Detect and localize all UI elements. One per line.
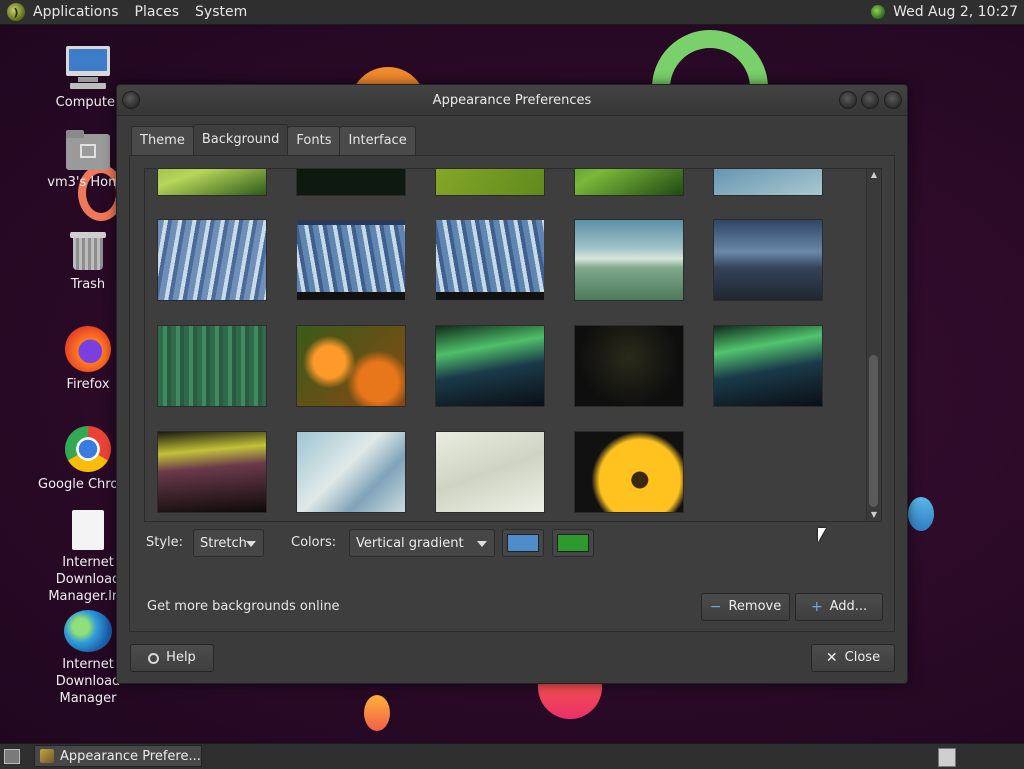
minus-icon: − xyxy=(709,599,722,615)
wallpaper-thumbnail[interactable] xyxy=(436,169,544,195)
tab-background[interactable]: Background xyxy=(192,124,289,155)
wallpaper-thumbnail[interactable] xyxy=(714,220,822,300)
wallpaper-thumbnail[interactable] xyxy=(158,169,266,195)
secondary-color-button[interactable] xyxy=(552,529,594,557)
close-window-button[interactable] xyxy=(884,91,902,109)
menu-applications[interactable]: Applications xyxy=(25,4,127,20)
appearance-app-icon xyxy=(40,749,54,763)
wallpaper-thumbnail[interactable] xyxy=(158,326,266,406)
chevron-down-icon xyxy=(477,541,487,547)
style-label: Style: xyxy=(146,535,184,550)
add-button[interactable]: + Add... xyxy=(795,593,883,621)
wallpaper-thumbnail[interactable] xyxy=(297,432,405,512)
chrome-icon xyxy=(65,426,111,472)
home-folder-icon xyxy=(66,130,110,170)
close-icon: ✕ xyxy=(825,650,838,666)
style-dropdown-value: Stretch xyxy=(200,536,247,551)
scrollbar-thumb[interactable] xyxy=(869,355,878,507)
close-button[interactable]: ✕ Close xyxy=(811,644,895,672)
window-title: Appearance Preferences xyxy=(432,92,592,108)
idm-icon xyxy=(64,610,112,652)
wallpaper-thumbnail[interactable] xyxy=(436,220,544,300)
remove-button-label: Remove xyxy=(728,599,782,614)
desktop-icon-label: Computer xyxy=(55,95,121,110)
help-icon xyxy=(148,652,160,664)
firefox-icon xyxy=(65,326,111,372)
background-tab-panel: ▲ ▼ Style: Stretch Colors: Vertical grad… xyxy=(129,155,895,632)
colors-dropdown[interactable]: Vertical gradient xyxy=(349,529,495,557)
minimize-button[interactable] xyxy=(839,91,857,109)
add-button-label: Add... xyxy=(829,599,868,614)
taskbar-window-label: Appearance Prefere... xyxy=(60,748,201,764)
wallpaper-thumbnail[interactable] xyxy=(714,326,822,406)
wallpaper-thumbnail[interactable] xyxy=(575,326,683,406)
trash-icon xyxy=(70,230,106,272)
taskbar-window-button[interactable]: Appearance Prefere... xyxy=(34,745,202,767)
primary-color-button[interactable] xyxy=(502,529,544,557)
computer-icon xyxy=(64,46,112,90)
secondary-color-swatch xyxy=(557,534,589,552)
tab-interface[interactable]: Interface xyxy=(339,126,416,155)
window-menu-button[interactable] xyxy=(122,91,140,109)
colors-label: Colors: xyxy=(291,535,337,550)
wallpaper-thumbnail[interactable] xyxy=(297,169,405,195)
menu-system[interactable]: System xyxy=(187,4,255,20)
bottom-taskbar: Appearance Prefere... xyxy=(0,743,1024,769)
file-icon xyxy=(72,510,104,550)
scroll-down-icon[interactable]: ▼ xyxy=(867,509,881,521)
plus-icon: + xyxy=(810,599,823,615)
wallpaper-thumbnail[interactable] xyxy=(297,220,405,300)
wallpaper-shape xyxy=(364,695,390,731)
get-more-backgrounds-link[interactable]: Get more backgrounds online xyxy=(147,599,340,614)
tray-area: Wed Aug 2, 10:27 xyxy=(871,4,1024,20)
appearance-preferences-window: Appearance Preferences Theme Background … xyxy=(116,84,908,684)
remove-button[interactable]: − Remove xyxy=(701,593,790,621)
top-panel: ) Applications Places System Wed Aug 2, … xyxy=(0,0,1024,25)
desktop-icon-label: Trash xyxy=(70,277,106,292)
tab-fonts[interactable]: Fonts xyxy=(287,126,341,155)
wallpaper-thumbnail[interactable] xyxy=(575,220,683,300)
show-desktop-icon[interactable] xyxy=(4,749,20,764)
wallpaper-thumbnail[interactable] xyxy=(575,432,683,512)
wallpaper-thumbnail[interactable] xyxy=(158,432,266,512)
maximize-button[interactable] xyxy=(861,91,879,109)
menu-places[interactable]: Places xyxy=(127,4,188,20)
clock[interactable]: Wed Aug 2, 10:27 xyxy=(893,4,1018,20)
wallpaper-thumbnail[interactable] xyxy=(297,326,405,406)
mouse-cursor-icon xyxy=(818,528,826,542)
style-dropdown[interactable]: Stretch xyxy=(193,529,264,557)
wallpaper-grid: ▲ ▼ xyxy=(144,168,882,522)
wallpaper-shape xyxy=(908,497,934,531)
colors-dropdown-value: Vertical gradient xyxy=(356,536,464,551)
workspace-switcher[interactable] xyxy=(938,748,956,767)
tab-bar: Theme Background Fonts Interface xyxy=(131,124,416,155)
scroll-up-icon[interactable]: ▲ xyxy=(867,169,881,181)
chevron-down-icon xyxy=(246,541,256,547)
wallpaper-thumbnail[interactable] xyxy=(436,432,544,512)
close-button-label: Close xyxy=(844,650,881,665)
desktop-icon-label: Firefox xyxy=(66,377,110,392)
network-icon[interactable] xyxy=(871,5,886,19)
titlebar[interactable]: Appearance Preferences xyxy=(117,85,907,116)
wallpaper-thumbnail[interactable] xyxy=(158,220,266,300)
tab-theme[interactable]: Theme xyxy=(131,126,194,155)
wallpaper-scrollbar[interactable]: ▲ ▼ xyxy=(866,169,881,521)
primary-color-swatch xyxy=(507,534,539,552)
wallpaper-thumbnail[interactable] xyxy=(714,169,822,195)
help-button-label: Help xyxy=(166,650,196,665)
help-button[interactable]: Help xyxy=(130,644,214,672)
wallpaper-thumbnail[interactable] xyxy=(575,169,683,195)
distro-logo-icon[interactable]: ) xyxy=(7,3,25,21)
wallpaper-thumbnail[interactable] xyxy=(436,326,544,406)
